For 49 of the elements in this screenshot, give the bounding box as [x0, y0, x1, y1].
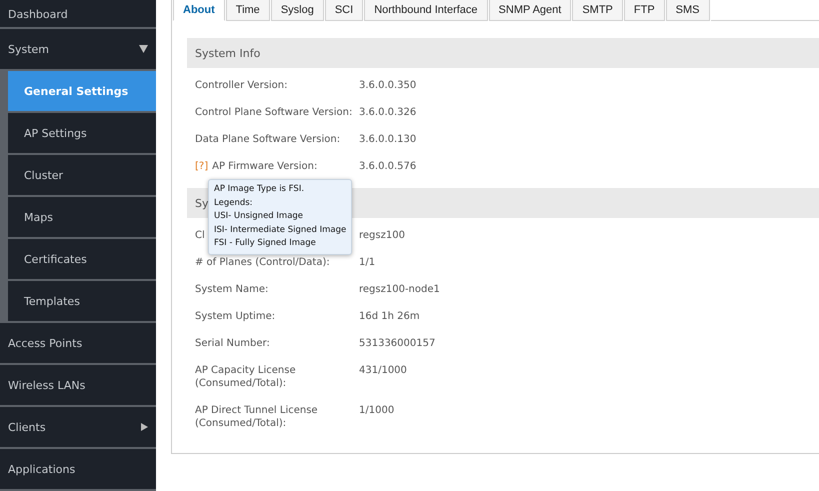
sidebar-item[interactable]: Dashboard	[0, 0, 156, 27]
field-value: regsz100	[359, 229, 405, 242]
tab[interactable]: Northbound Interface	[364, 0, 488, 21]
field-value: 1/1000	[359, 404, 394, 418]
tooltip-line: ISI- Intermediate Signed Image	[214, 224, 346, 236]
tooltip-line: Legends:	[214, 196, 254, 210]
field-label: Controller Version:	[195, 80, 288, 91]
tab[interactable]: SNMP Agent	[488, 0, 572, 21]
sidebar-subitem[interactable]: Cluster	[8, 155, 156, 195]
field-label: System Name:	[195, 284, 268, 295]
tooltip-line: USI- Unsigned Image	[214, 210, 304, 223]
field-value: 3.6.0.0.350	[359, 79, 416, 92]
field-label: Data Plane Software Version:	[195, 134, 340, 145]
sidebar-item[interactable]: Wireless LANs	[0, 365, 156, 405]
field-value: regsz100-node1	[359, 283, 440, 296]
sidebar-item[interactable]: Clients	[0, 407, 156, 447]
sidebar-item[interactable]: System	[0, 29, 156, 69]
field-label: System Uptime:	[195, 311, 276, 322]
sidebar-item[interactable]: Applications	[0, 449, 156, 489]
field-label: Serial Number:	[195, 338, 270, 349]
sidebar-subitem[interactable]: Templates	[8, 281, 156, 321]
sidebar-item[interactable]: Access Points	[0, 323, 156, 363]
field-value: 1/1	[359, 256, 376, 269]
field-value: 3.6.0.0.326	[359, 106, 416, 119]
sidebar-subitem[interactable]: Maps	[8, 197, 156, 237]
section-title: Sy	[195, 196, 208, 210]
sidebar-subitem[interactable]: AP Settings	[8, 113, 156, 153]
tab[interactable]: About	[173, 0, 225, 21]
sidebar-subitem[interactable]: Certificates	[8, 239, 156, 279]
field-value: 3.6.0.0.130	[359, 133, 416, 146]
field-label: Cl	[195, 230, 205, 241]
field-value: 16d 1h 26m	[359, 310, 420, 323]
tooltip-line: AP Image Type is FSI.	[214, 183, 306, 196]
field-label: AP Firmware Version:	[212, 161, 318, 172]
field-label: AP Capacity License (Consumed/Total):	[195, 365, 296, 389]
field-value: 3.6.0.0.576	[359, 160, 416, 173]
section-title: System Info	[195, 46, 260, 60]
tab[interactable]: SCI	[324, 0, 364, 21]
field-value: 431/1000	[359, 364, 407, 378]
field-label: Control Plane Software Version:	[195, 107, 352, 118]
field-label: # of Planes (Control/Data):	[195, 257, 330, 268]
tab[interactable]: SMS	[666, 0, 710, 21]
tab[interactable]: SMTP	[572, 0, 623, 21]
tooltip-line: FSI - Fully Signed Image	[214, 237, 317, 250]
field-label: AP Direct Tunnel License (Consumed/Total):	[195, 405, 318, 429]
tab[interactable]: FTP	[624, 0, 665, 21]
tab[interactable]: Time	[226, 0, 270, 21]
field-value: 531336000157	[359, 337, 436, 350]
tab[interactable]: Syslog	[270, 0, 324, 21]
